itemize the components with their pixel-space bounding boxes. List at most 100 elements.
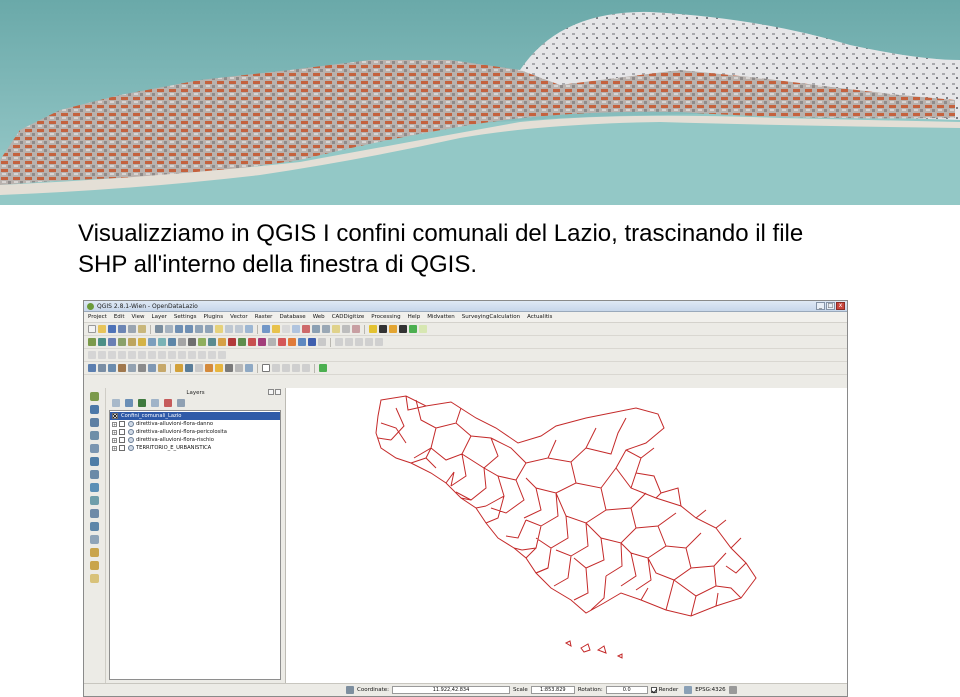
terrain-icon[interactable]: [138, 364, 146, 372]
add-virtual-side-icon[interactable]: [90, 522, 99, 531]
layer-visibility-checkbox[interactable]: [119, 429, 125, 435]
overview-icon[interactable]: [248, 338, 256, 346]
open-project-icon[interactable]: [98, 325, 106, 333]
measure-icon[interactable]: [312, 325, 320, 333]
layer-row-flora-danno[interactable]: + direttiva-alluvioni-flora-danno: [110, 420, 280, 428]
new-layer-side-icon[interactable]: [90, 548, 99, 557]
menu-actualitis[interactable]: Actualitis: [527, 314, 552, 320]
tool-misc-icon[interactable]: [318, 338, 326, 346]
collapse-all-icon[interactable]: [164, 399, 172, 407]
add-db-side-icon[interactable]: [90, 418, 99, 427]
edit-pencil-icon[interactable]: [288, 338, 296, 346]
zoom-full-icon[interactable]: [195, 325, 203, 333]
menu-layer[interactable]: Layer: [152, 314, 167, 320]
style-icon[interactable]: [258, 338, 266, 346]
profile-icon[interactable]: [278, 338, 286, 346]
open-styling-icon[interactable]: [112, 399, 120, 407]
add-mesh-side-icon[interactable]: [90, 535, 99, 544]
maximize-button[interactable]: □: [826, 302, 835, 310]
panel-close-button[interactable]: [275, 389, 281, 395]
statistics-icon[interactable]: [108, 364, 116, 372]
expand-all-icon[interactable]: [151, 399, 159, 407]
add-raster-side-icon[interactable]: [90, 405, 99, 414]
expand-toggle[interactable]: +: [112, 445, 117, 451]
gps-icon[interactable]: [218, 338, 226, 346]
new-temp-layer-side-icon[interactable]: [90, 561, 99, 570]
grass-icon[interactable]: [238, 338, 246, 346]
plugin-icon[interactable]: [409, 325, 417, 333]
grid-icon[interactable]: [98, 364, 106, 372]
menu-settings[interactable]: Settings: [174, 314, 197, 320]
add-wfs-icon[interactable]: [168, 338, 176, 346]
layer-visibility-checkbox[interactable]: [119, 421, 125, 427]
spatial-query-icon[interactable]: [88, 364, 96, 372]
add-wms-icon[interactable]: [148, 338, 156, 346]
filter-legend-icon[interactable]: [138, 399, 146, 407]
expand-toggle[interactable]: +: [112, 429, 117, 435]
field-calculator-icon[interactable]: [302, 325, 310, 333]
python-console-icon[interactable]: [185, 364, 193, 372]
add-wcs-icon[interactable]: [158, 338, 166, 346]
add-spatialite-icon[interactable]: [118, 338, 126, 346]
square-icon[interactable]: [399, 325, 407, 333]
composer-manager-icon[interactable]: [138, 325, 146, 333]
point-icon[interactable]: [379, 325, 387, 333]
open-side-icon[interactable]: [90, 574, 99, 583]
menu-processing[interactable]: Processing: [371, 314, 400, 320]
add-oracle-side-icon[interactable]: [90, 509, 99, 518]
refresh-icon[interactable]: [245, 325, 253, 333]
map-swipe-icon[interactable]: [245, 364, 253, 372]
new-project-icon[interactable]: [88, 325, 96, 333]
map-tips-icon[interactable]: [322, 325, 330, 333]
log-icon[interactable]: [728, 686, 737, 694]
expand-toggle[interactable]: +: [112, 437, 117, 443]
bookmark-icon[interactable]: [332, 325, 340, 333]
virtual-layer-icon[interactable]: [208, 338, 216, 346]
layer-row-flora-pericolosita[interactable]: + direttiva-alluvioni-flora-pericolosita: [110, 428, 280, 436]
panel-float-button[interactable]: [268, 389, 274, 395]
interpolation-icon[interactable]: [148, 364, 156, 372]
messages-icon[interactable]: [346, 686, 354, 694]
add-delimited-text-icon[interactable]: [178, 338, 186, 346]
text-tool-icon[interactable]: [262, 364, 270, 372]
identify-icon[interactable]: [262, 325, 270, 333]
menu-plugins[interactable]: Plugins: [203, 314, 223, 320]
attribute-table-icon[interactable]: [292, 325, 300, 333]
heatmap-icon[interactable]: [158, 364, 166, 372]
add-wcs-side-icon[interactable]: [90, 457, 99, 466]
new-shapefile-icon[interactable]: [188, 338, 196, 346]
history-icon[interactable]: [215, 364, 223, 372]
crs-label[interactable]: EPSG:4326: [695, 687, 725, 693]
save-as-icon[interactable]: [118, 325, 126, 333]
zoom-selection-icon[interactable]: [215, 325, 223, 333]
layer-row-flora-rischio[interactable]: + direttiva-alluvioni-flora-rischio: [110, 436, 280, 444]
labeling-icon[interactable]: [352, 325, 360, 333]
processing-toolbox-icon[interactable]: [195, 364, 203, 372]
print-composer-icon[interactable]: [128, 325, 136, 333]
crs-icon[interactable]: [684, 686, 693, 694]
add-wms-side-icon[interactable]: [90, 444, 99, 453]
add-vector-side-icon[interactable]: [90, 392, 99, 401]
triangle-icon[interactable]: [389, 325, 397, 333]
warning-icon[interactable]: [369, 325, 377, 333]
add-raster-icon[interactable]: [98, 338, 106, 346]
minimize-button[interactable]: _: [816, 302, 825, 310]
add-plugin-icon[interactable]: [319, 364, 327, 372]
menu-database[interactable]: Database: [279, 314, 305, 320]
model-builder-icon[interactable]: [205, 364, 213, 372]
add-wfs-side-icon[interactable]: [90, 470, 99, 479]
menu-edit[interactable]: Edit: [114, 314, 125, 320]
coordinate-field[interactable]: 11.922,42.834: [392, 686, 511, 694]
georeferencer-icon[interactable]: [175, 364, 183, 372]
georeference-icon[interactable]: [308, 338, 316, 346]
circle-tool-icon[interactable]: [302, 364, 310, 372]
menu-web[interactable]: Web: [313, 314, 325, 320]
arrow-tool-icon[interactable]: [292, 364, 300, 372]
remove-layer-panel-icon[interactable]: [177, 399, 185, 407]
scale-field[interactable]: 1:853.829: [530, 686, 575, 694]
menu-help[interactable]: Help: [408, 314, 421, 320]
info-icon[interactable]: [298, 338, 306, 346]
results-icon[interactable]: [225, 364, 233, 372]
map-canvas[interactable]: [286, 388, 847, 683]
menu-raster[interactable]: Raster: [255, 314, 273, 320]
